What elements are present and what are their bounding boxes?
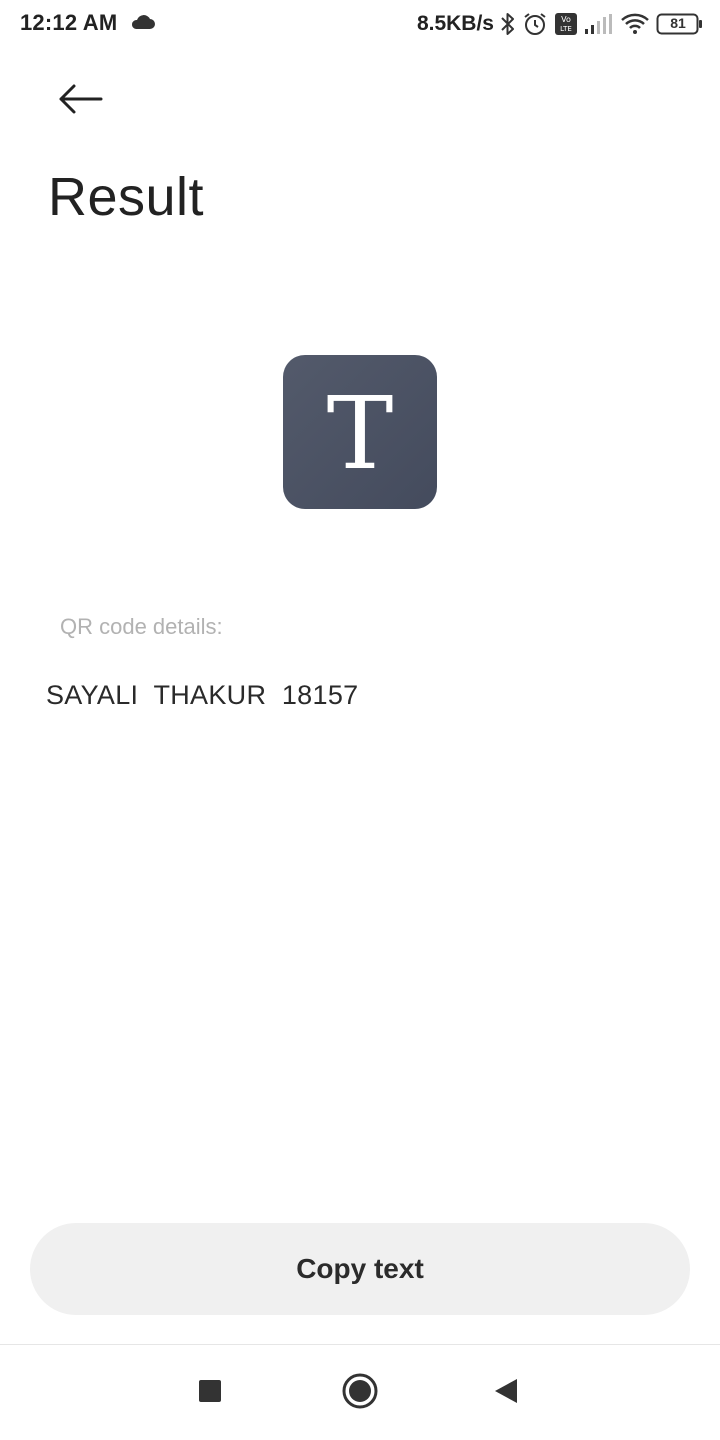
wifi-icon (620, 12, 650, 36)
network-speed: 8.5KB/s (416, 12, 494, 35)
details-value: SAYALI THAKUR 18157 (46, 680, 359, 710)
status-time: 12:12 AM (20, 10, 118, 35)
nav-back-button[interactable] (486, 1373, 526, 1413)
text-type-icon: T (283, 355, 437, 509)
screen: 12:12 AM 8.5KB/s Vo LTE 81 Result T QR c… (0, 0, 720, 1440)
back-triangle-icon (493, 1377, 519, 1410)
recents-icon (198, 1379, 222, 1408)
text-type-glyph: T (326, 375, 394, 492)
alarm-icon (522, 11, 548, 37)
svg-text:LTE: LTE (560, 25, 572, 33)
battery-icon: 81 (656, 12, 704, 36)
home-icon (341, 1372, 379, 1415)
arrow-left-icon (57, 83, 103, 120)
details-label: QR code details: (60, 614, 223, 639)
status-bar: 12:12 AM 8.5KB/s Vo LTE 81 (0, 0, 720, 48)
page-title: Result (48, 167, 205, 227)
status-right-group: 8.5KB/s Vo LTE 81 (417, 8, 704, 40)
navigation-bar (0, 1345, 720, 1440)
cloud-icon (130, 12, 156, 32)
back-button[interactable] (46, 74, 114, 128)
battery-level: 81 (670, 15, 686, 31)
volte-icon: Vo LTE (554, 12, 578, 36)
bluetooth-icon (500, 11, 516, 37)
recents-button[interactable] (190, 1373, 230, 1413)
copy-text-button[interactable]: Copy text (30, 1223, 690, 1315)
home-button[interactable] (340, 1373, 380, 1413)
signal-icon (584, 13, 614, 35)
svg-text:Vo: Vo (561, 15, 571, 24)
